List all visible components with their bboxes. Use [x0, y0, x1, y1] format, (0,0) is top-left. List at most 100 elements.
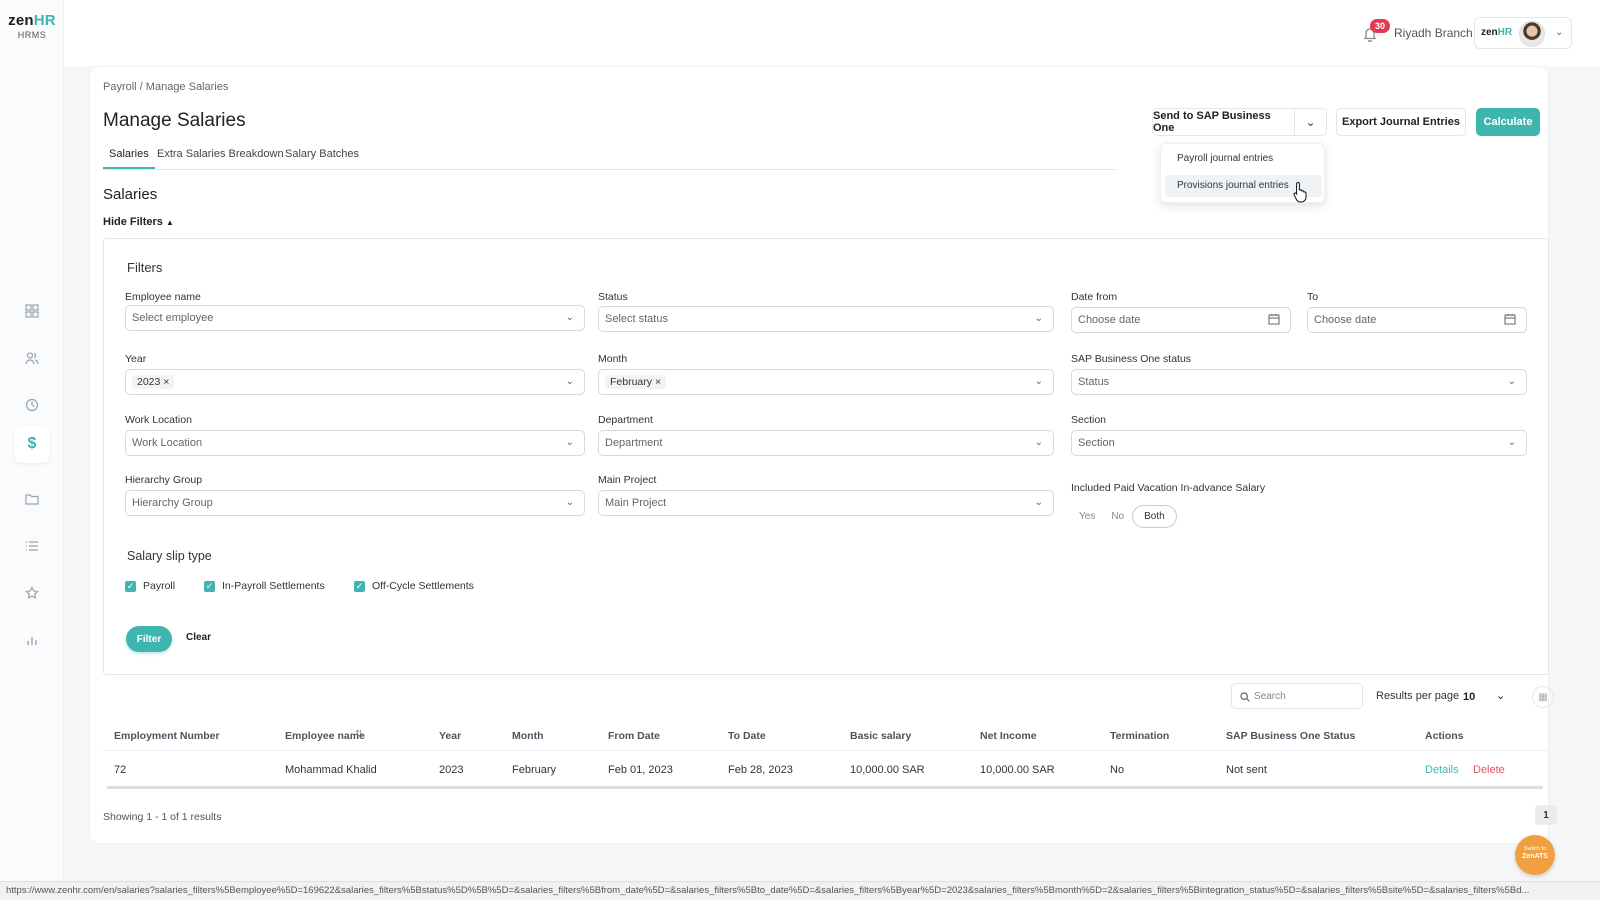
avatar: [1519, 21, 1545, 47]
send-to-sap-button[interactable]: Send to SAP Business One: [1152, 108, 1295, 136]
year-chip: 2023 ×: [132, 375, 175, 389]
paid-vacation-both[interactable]: Both: [1132, 504, 1177, 528]
department-select[interactable]: Department ⌄: [598, 430, 1054, 456]
nav-favorites[interactable]: [14, 575, 50, 611]
filters-title: Filters: [127, 260, 163, 275]
nav-payroll[interactable]: $: [14, 425, 50, 463]
chevron-down-icon: ⌄: [1034, 313, 1043, 324]
remove-icon[interactable]: ×: [163, 376, 169, 388]
column-header-net-income[interactable]: Net Income: [980, 730, 1037, 742]
nav-documents[interactable]: [14, 481, 50, 517]
hide-filters-label: Hide Filters: [103, 216, 163, 228]
paid-vacation-yes[interactable]: Yes: [1071, 505, 1103, 528]
dropdown-item-payroll-journal-entries[interactable]: Payroll journal entries: [1165, 148, 1322, 170]
nav-attendance[interactable]: [14, 387, 50, 423]
hierarchy-group-select[interactable]: Hierarchy Group ⌄: [125, 490, 585, 516]
grid-icon: [25, 304, 39, 318]
paid-vacation-toggle-group: Yes No Both: [1071, 503, 1177, 529]
hand-cursor-icon: [1293, 181, 1307, 203]
logo-accent-text: HR: [33, 12, 56, 29]
salaries-table: Employment Number ⇅ Employee name Year M…: [103, 718, 1549, 789]
column-header-year[interactable]: Year: [439, 730, 461, 742]
zenats-line2: ZenATS: [1522, 852, 1548, 860]
horizontal-scrollbar[interactable]: [107, 786, 1543, 789]
year-chip-value: 2023: [137, 376, 161, 388]
bar-chart-icon: [27, 637, 37, 645]
columns-icon: ▦: [1538, 691, 1548, 703]
calendar-icon: [1504, 314, 1516, 325]
check-icon: ✓: [204, 580, 215, 592]
tab-salary-batches[interactable]: Salary Batches: [279, 148, 365, 167]
chevron-down-icon[interactable]: ⌄: [1496, 689, 1505, 702]
tab-extra-salaries-breakdown[interactable]: Extra Salaries Breakdown: [151, 148, 290, 167]
column-header-basic-salary[interactable]: Basic salary: [850, 730, 911, 742]
caret-up-icon: ▲: [165, 218, 174, 227]
check-icon: ✓: [125, 580, 136, 592]
list-icon: [26, 541, 38, 551]
column-header-to-date[interactable]: To Date: [728, 730, 766, 742]
sap-status-select[interactable]: Status ⌄: [1071, 369, 1527, 395]
date-from-input[interactable]: Choose date: [1071, 307, 1291, 333]
section-select[interactable]: Section ⌄: [1071, 430, 1527, 456]
chevron-down-icon: ⌄: [565, 312, 574, 323]
search-icon: [1240, 692, 1250, 702]
switch-to-zenats-button[interactable]: Switch to ZenATS: [1515, 835, 1555, 875]
remove-icon[interactable]: ×: [655, 376, 661, 388]
filter-button[interactable]: Filter: [126, 626, 172, 652]
column-header-employee-name[interactable]: Employee name: [285, 730, 365, 742]
delete-link[interactable]: Delete: [1473, 764, 1505, 776]
work-location-placeholder: Work Location: [132, 437, 203, 449]
cell-year: 2023: [439, 764, 464, 776]
salary-slip-type-title: Salary slip type: [127, 549, 212, 563]
logo-subtitle: HRMS: [17, 30, 47, 40]
check-icon: ✓: [354, 580, 365, 592]
page-button-1[interactable]: 1: [1535, 805, 1557, 825]
nav-reports[interactable]: [14, 622, 50, 658]
nav-lists[interactable]: [14, 528, 50, 564]
search-input[interactable]: Search: [1231, 683, 1363, 709]
breadcrumb-payroll-link[interactable]: Payroll: [103, 81, 137, 93]
column-settings-button[interactable]: ▦: [1532, 686, 1554, 708]
results-per-page-select[interactable]: 10: [1463, 691, 1475, 703]
paid-vacation-no[interactable]: No: [1103, 505, 1132, 528]
logo-text: zen: [8, 12, 34, 29]
calculate-button[interactable]: Calculate: [1476, 108, 1540, 136]
section-title: Salaries: [103, 186, 158, 203]
column-header-actions: Actions: [1425, 730, 1464, 742]
column-header-sap-status[interactable]: SAP Business One Status: [1226, 730, 1355, 742]
breadcrumb-separator: /: [136, 81, 146, 93]
status-select[interactable]: Select status ⌄: [598, 306, 1054, 332]
date-to-input[interactable]: Choose date: [1307, 307, 1527, 333]
clear-button[interactable]: Clear: [186, 632, 211, 643]
work-location-select[interactable]: Work Location ⌄: [125, 430, 585, 456]
dollar-icon: $: [27, 435, 37, 452]
column-header-termination[interactable]: Termination: [1110, 730, 1169, 742]
month-select[interactable]: February × ⌄: [598, 369, 1054, 395]
notification-badge[interactable]: 30: [1370, 19, 1391, 33]
nav-employees[interactable]: [14, 340, 50, 376]
main-project-select[interactable]: Main Project ⌄: [598, 490, 1054, 516]
filters-panel: [103, 238, 1549, 675]
employee-select[interactable]: Select employee ⌄: [125, 305, 585, 331]
app-logo[interactable]: zenHR HRMS: [8, 12, 56, 40]
checkbox-payroll[interactable]: ✓ Payroll: [125, 580, 175, 592]
branch-name[interactable]: Riyadh Branch: [1394, 26, 1473, 40]
column-header-from-date[interactable]: From Date: [608, 730, 660, 742]
checkbox-off-cycle-settlements[interactable]: ✓ Off-Cycle Settlements: [354, 580, 474, 592]
export-journal-entries-button[interactable]: Export Journal Entries: [1336, 108, 1466, 136]
cell-termination: No: [1110, 764, 1125, 776]
details-link[interactable]: Details: [1425, 764, 1459, 776]
checkbox-in-payroll-settlements[interactable]: ✓ In-Payroll Settlements: [204, 580, 325, 592]
user-menu[interactable]: zenHR ⌄: [1474, 17, 1572, 49]
cell-employee-name: Mohammad Khalid: [285, 764, 377, 776]
hide-filters-toggle[interactable]: Hide Filters ▲: [103, 216, 174, 228]
nav-dashboard[interactable]: [14, 293, 50, 329]
tab-salaries[interactable]: Salaries: [103, 148, 155, 169]
hierarchy-group-placeholder: Hierarchy Group: [132, 497, 213, 509]
year-select[interactable]: 2023 × ⌄: [125, 369, 585, 395]
column-header-month[interactable]: Month: [512, 730, 544, 742]
column-header-employment-number[interactable]: Employment Number: [114, 730, 220, 742]
month-chip: February ×: [605, 375, 667, 389]
send-to-sap-dropdown-toggle[interactable]: ⌄: [1295, 108, 1327, 136]
browser-status-url: https://www.zenhr.com/en/salaries?salari…: [0, 881, 1600, 900]
